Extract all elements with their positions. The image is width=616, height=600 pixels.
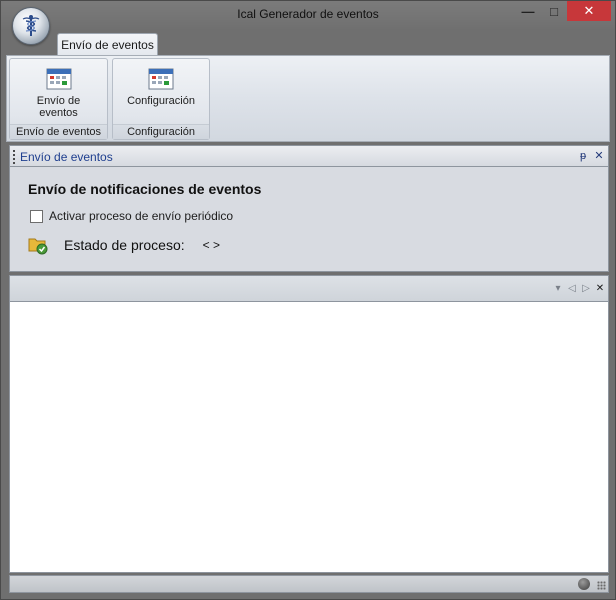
application-menu-orb[interactable]	[12, 7, 50, 45]
ribbon-group-envio: Envío de eventos Envío de eventos	[9, 58, 108, 140]
scroll-left-icon[interactable]: ◁	[566, 282, 578, 296]
ribbon-tab-strip: Envío de eventos	[1, 29, 615, 55]
panel-title: Envío de eventos	[20, 150, 113, 164]
process-status-row: Estado de proceso: < >	[28, 235, 220, 255]
title-bar[interactable]: Ical Generador de eventos — □ ✕	[1, 1, 615, 29]
envio-de-eventos-button[interactable]: Envío de eventos	[12, 61, 105, 123]
resize-grip-icon[interactable]	[597, 581, 606, 590]
globe-icon	[578, 578, 590, 590]
ribbon-group-label-envio: Envío de eventos	[10, 124, 107, 139]
configuracion-button-label: Configuración	[127, 95, 195, 107]
ribbon-body: Envío de eventos Envío de eventos Config…	[6, 55, 610, 142]
app-window: Ical Generador de eventos — □ ✕ Envío de…	[0, 0, 616, 600]
pin-icon[interactable]: ᵽ	[576, 149, 590, 163]
panel-grip[interactable]	[13, 150, 15, 164]
caduceus-icon	[22, 15, 40, 36]
tab-envio-de-eventos[interactable]: Envío de eventos	[57, 33, 158, 55]
document-tab-strip: ▾ ◁ ▷ ✕	[9, 275, 609, 301]
calendar-icon	[148, 68, 174, 90]
document-area	[9, 301, 609, 573]
folder-status-icon	[28, 238, 48, 255]
tab-list-dropdown-icon[interactable]: ▾	[552, 282, 564, 296]
panel-body: Envío de notificaciones de eventos Activ…	[9, 167, 609, 272]
periodic-process-option[interactable]: Activar proceso de envío periódico	[30, 209, 233, 223]
ribbon-group-label-configuracion: Configuración	[113, 124, 209, 139]
calendar-icon	[46, 68, 71, 90]
close-button[interactable]: ✕	[567, 1, 611, 21]
configuracion-button[interactable]: Configuración	[115, 61, 207, 123]
notifications-heading: Envío de notificaciones de eventos	[28, 181, 262, 197]
document-close-icon[interactable]: ✕	[594, 282, 606, 296]
scroll-right-icon[interactable]: ▷	[580, 282, 592, 296]
panel-header[interactable]: Envío de eventos ᵽ ✕	[9, 145, 609, 167]
process-status-value: < >	[202, 238, 220, 252]
panel-close-icon[interactable]: ✕	[592, 149, 606, 163]
maximize-button[interactable]: □	[541, 1, 567, 21]
process-status-label: Estado de proceso:	[64, 237, 185, 253]
ribbon-group-configuracion: Configuración Configuración	[112, 58, 210, 140]
envio-de-eventos-button-label: Envío de eventos	[36, 95, 81, 119]
status-bar	[9, 575, 609, 593]
periodic-process-checkbox[interactable]	[30, 209, 43, 223]
minimize-button[interactable]: —	[515, 1, 541, 21]
periodic-process-label: Activar proceso de envío periódico	[49, 209, 234, 223]
